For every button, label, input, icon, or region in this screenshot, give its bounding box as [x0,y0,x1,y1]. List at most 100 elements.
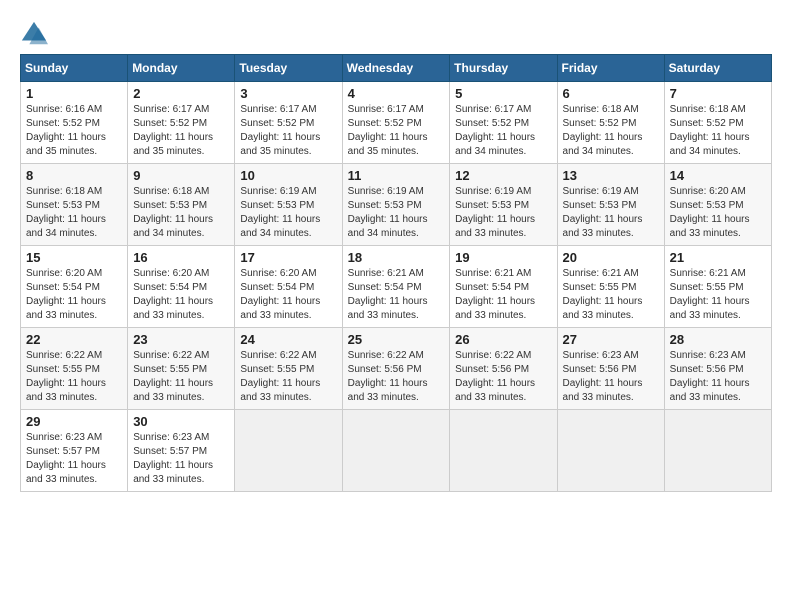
calendar-cell: 17 Sunrise: 6:20 AMSunset: 5:54 PMDaylig… [235,246,342,328]
calendar-cell: 16 Sunrise: 6:20 AMSunset: 5:54 PMDaylig… [128,246,235,328]
day-number: 22 [26,332,122,347]
calendar-cell: 14 Sunrise: 6:20 AMSunset: 5:53 PMDaylig… [664,164,771,246]
calendar-cell: 27 Sunrise: 6:23 AMSunset: 5:56 PMDaylig… [557,328,664,410]
page-header [20,20,772,48]
calendar-cell: 22 Sunrise: 6:22 AMSunset: 5:55 PMDaylig… [21,328,128,410]
header-monday: Monday [128,55,235,82]
calendar-cell: 21 Sunrise: 6:21 AMSunset: 5:55 PMDaylig… [664,246,771,328]
header-wednesday: Wednesday [342,55,450,82]
calendar-cell [342,410,450,492]
calendar-cell: 6 Sunrise: 6:18 AMSunset: 5:52 PMDayligh… [557,82,664,164]
day-info: Sunrise: 6:20 AMSunset: 5:54 PMDaylight:… [26,267,122,323]
day-info: Sunrise: 6:19 AMSunset: 5:53 PMDaylight:… [563,185,659,241]
day-number: 28 [670,332,766,347]
calendar-week-row: 8 Sunrise: 6:18 AMSunset: 5:53 PMDayligh… [21,164,772,246]
day-info: Sunrise: 6:23 AMSunset: 5:57 PMDaylight:… [26,431,122,487]
calendar-cell: 9 Sunrise: 6:18 AMSunset: 5:53 PMDayligh… [128,164,235,246]
day-info: Sunrise: 6:21 AMSunset: 5:55 PMDaylight:… [563,267,659,323]
day-info: Sunrise: 6:21 AMSunset: 5:54 PMDaylight:… [455,267,551,323]
day-info: Sunrise: 6:19 AMSunset: 5:53 PMDaylight:… [348,185,445,241]
calendar-cell: 29 Sunrise: 6:23 AMSunset: 5:57 PMDaylig… [21,410,128,492]
day-number: 13 [563,168,659,183]
day-info: Sunrise: 6:23 AMSunset: 5:56 PMDaylight:… [670,349,766,405]
day-info: Sunrise: 6:16 AMSunset: 5:52 PMDaylight:… [26,103,122,159]
day-number: 9 [133,168,229,183]
day-info: Sunrise: 6:17 AMSunset: 5:52 PMDaylight:… [133,103,229,159]
calendar-cell: 24 Sunrise: 6:22 AMSunset: 5:55 PMDaylig… [235,328,342,410]
calendar-cell: 18 Sunrise: 6:21 AMSunset: 5:54 PMDaylig… [342,246,450,328]
calendar-cell: 15 Sunrise: 6:20 AMSunset: 5:54 PMDaylig… [21,246,128,328]
calendar-cell: 2 Sunrise: 6:17 AMSunset: 5:52 PMDayligh… [128,82,235,164]
day-number: 14 [670,168,766,183]
day-info: Sunrise: 6:23 AMSunset: 5:57 PMDaylight:… [133,431,229,487]
calendar-cell: 10 Sunrise: 6:19 AMSunset: 5:53 PMDaylig… [235,164,342,246]
header-thursday: Thursday [450,55,557,82]
day-number: 26 [455,332,551,347]
calendar-cell: 1 Sunrise: 6:16 AMSunset: 5:52 PMDayligh… [21,82,128,164]
day-info: Sunrise: 6:17 AMSunset: 5:52 PMDaylight:… [348,103,445,159]
calendar-cell: 5 Sunrise: 6:17 AMSunset: 5:52 PMDayligh… [450,82,557,164]
day-number: 17 [240,250,336,265]
day-number: 21 [670,250,766,265]
calendar-week-row: 29 Sunrise: 6:23 AMSunset: 5:57 PMDaylig… [21,410,772,492]
day-info: Sunrise: 6:19 AMSunset: 5:53 PMDaylight:… [455,185,551,241]
header-sunday: Sunday [21,55,128,82]
day-number: 10 [240,168,336,183]
day-number: 6 [563,86,659,101]
day-number: 2 [133,86,229,101]
calendar-week-row: 22 Sunrise: 6:22 AMSunset: 5:55 PMDaylig… [21,328,772,410]
day-number: 4 [348,86,445,101]
logo [20,20,52,48]
calendar-cell: 30 Sunrise: 6:23 AMSunset: 5:57 PMDaylig… [128,410,235,492]
calendar-cell: 26 Sunrise: 6:22 AMSunset: 5:56 PMDaylig… [450,328,557,410]
day-number: 8 [26,168,122,183]
calendar-week-row: 15 Sunrise: 6:20 AMSunset: 5:54 PMDaylig… [21,246,772,328]
calendar-cell [664,410,771,492]
calendar-week-row: 1 Sunrise: 6:16 AMSunset: 5:52 PMDayligh… [21,82,772,164]
calendar-cell: 11 Sunrise: 6:19 AMSunset: 5:53 PMDaylig… [342,164,450,246]
day-number: 23 [133,332,229,347]
day-info: Sunrise: 6:20 AMSunset: 5:53 PMDaylight:… [670,185,766,241]
header-tuesday: Tuesday [235,55,342,82]
day-info: Sunrise: 6:21 AMSunset: 5:55 PMDaylight:… [670,267,766,323]
day-info: Sunrise: 6:19 AMSunset: 5:53 PMDaylight:… [240,185,336,241]
calendar-cell: 7 Sunrise: 6:18 AMSunset: 5:52 PMDayligh… [664,82,771,164]
logo-icon [20,20,48,48]
day-number: 12 [455,168,551,183]
day-number: 25 [348,332,445,347]
day-info: Sunrise: 6:22 AMSunset: 5:55 PMDaylight:… [240,349,336,405]
header-saturday: Saturday [664,55,771,82]
calendar-table: SundayMondayTuesdayWednesdayThursdayFrid… [20,54,772,492]
day-info: Sunrise: 6:21 AMSunset: 5:54 PMDaylight:… [348,267,445,323]
calendar-cell: 23 Sunrise: 6:22 AMSunset: 5:55 PMDaylig… [128,328,235,410]
day-number: 5 [455,86,551,101]
day-info: Sunrise: 6:20 AMSunset: 5:54 PMDaylight:… [240,267,336,323]
calendar-cell: 12 Sunrise: 6:19 AMSunset: 5:53 PMDaylig… [450,164,557,246]
calendar-cell [450,410,557,492]
calendar-header-row: SundayMondayTuesdayWednesdayThursdayFrid… [21,55,772,82]
day-number: 18 [348,250,445,265]
day-number: 1 [26,86,122,101]
day-info: Sunrise: 6:17 AMSunset: 5:52 PMDaylight:… [240,103,336,159]
day-number: 24 [240,332,336,347]
calendar-cell [235,410,342,492]
day-info: Sunrise: 6:18 AMSunset: 5:53 PMDaylight:… [26,185,122,241]
calendar-cell: 13 Sunrise: 6:19 AMSunset: 5:53 PMDaylig… [557,164,664,246]
day-info: Sunrise: 6:22 AMSunset: 5:56 PMDaylight:… [348,349,445,405]
day-number: 19 [455,250,551,265]
calendar-cell: 20 Sunrise: 6:21 AMSunset: 5:55 PMDaylig… [557,246,664,328]
day-info: Sunrise: 6:18 AMSunset: 5:53 PMDaylight:… [133,185,229,241]
day-info: Sunrise: 6:23 AMSunset: 5:56 PMDaylight:… [563,349,659,405]
calendar-cell: 25 Sunrise: 6:22 AMSunset: 5:56 PMDaylig… [342,328,450,410]
day-info: Sunrise: 6:22 AMSunset: 5:56 PMDaylight:… [455,349,551,405]
calendar-cell: 8 Sunrise: 6:18 AMSunset: 5:53 PMDayligh… [21,164,128,246]
day-info: Sunrise: 6:18 AMSunset: 5:52 PMDaylight:… [563,103,659,159]
day-number: 11 [348,168,445,183]
day-number: 16 [133,250,229,265]
day-number: 3 [240,86,336,101]
day-number: 30 [133,414,229,429]
day-number: 27 [563,332,659,347]
calendar-cell: 4 Sunrise: 6:17 AMSunset: 5:52 PMDayligh… [342,82,450,164]
day-number: 29 [26,414,122,429]
day-number: 20 [563,250,659,265]
